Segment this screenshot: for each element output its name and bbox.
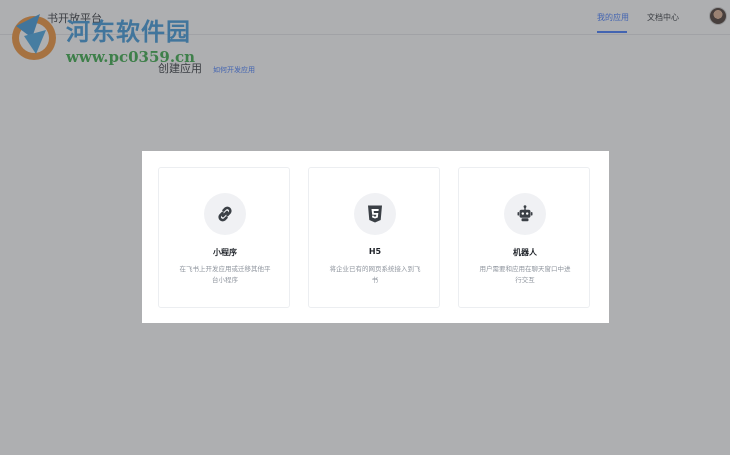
card-bot[interactable]: 机器人 用户需要和应用在聊天窗口中进行交互: [458, 167, 590, 308]
card-mini-program[interactable]: 小程序 在飞书上开发应用或迁移其他平台小程序: [158, 167, 290, 308]
card-description: 用户需要和应用在聊天窗口中进行交互: [479, 265, 571, 284]
card-description: 将企业已有的网页系统接入到飞书: [329, 265, 421, 284]
card-title: 机器人: [513, 248, 537, 257]
card-description: 在飞书上开发应用或迁移其他平台小程序: [179, 265, 271, 284]
card-title: H5: [368, 247, 382, 256]
card-h5[interactable]: H5 将企业已有的网页系统接入到飞书: [308, 167, 440, 308]
robot-icon: [504, 193, 546, 235]
create-app-modal: 小程序 在飞书上开发应用或迁移其他平台小程序 H5 将企业已有的网页系统接入到飞…: [142, 151, 609, 323]
card-title: 小程序: [213, 248, 237, 257]
link-icon: [204, 193, 246, 235]
html5-icon: [354, 193, 396, 235]
